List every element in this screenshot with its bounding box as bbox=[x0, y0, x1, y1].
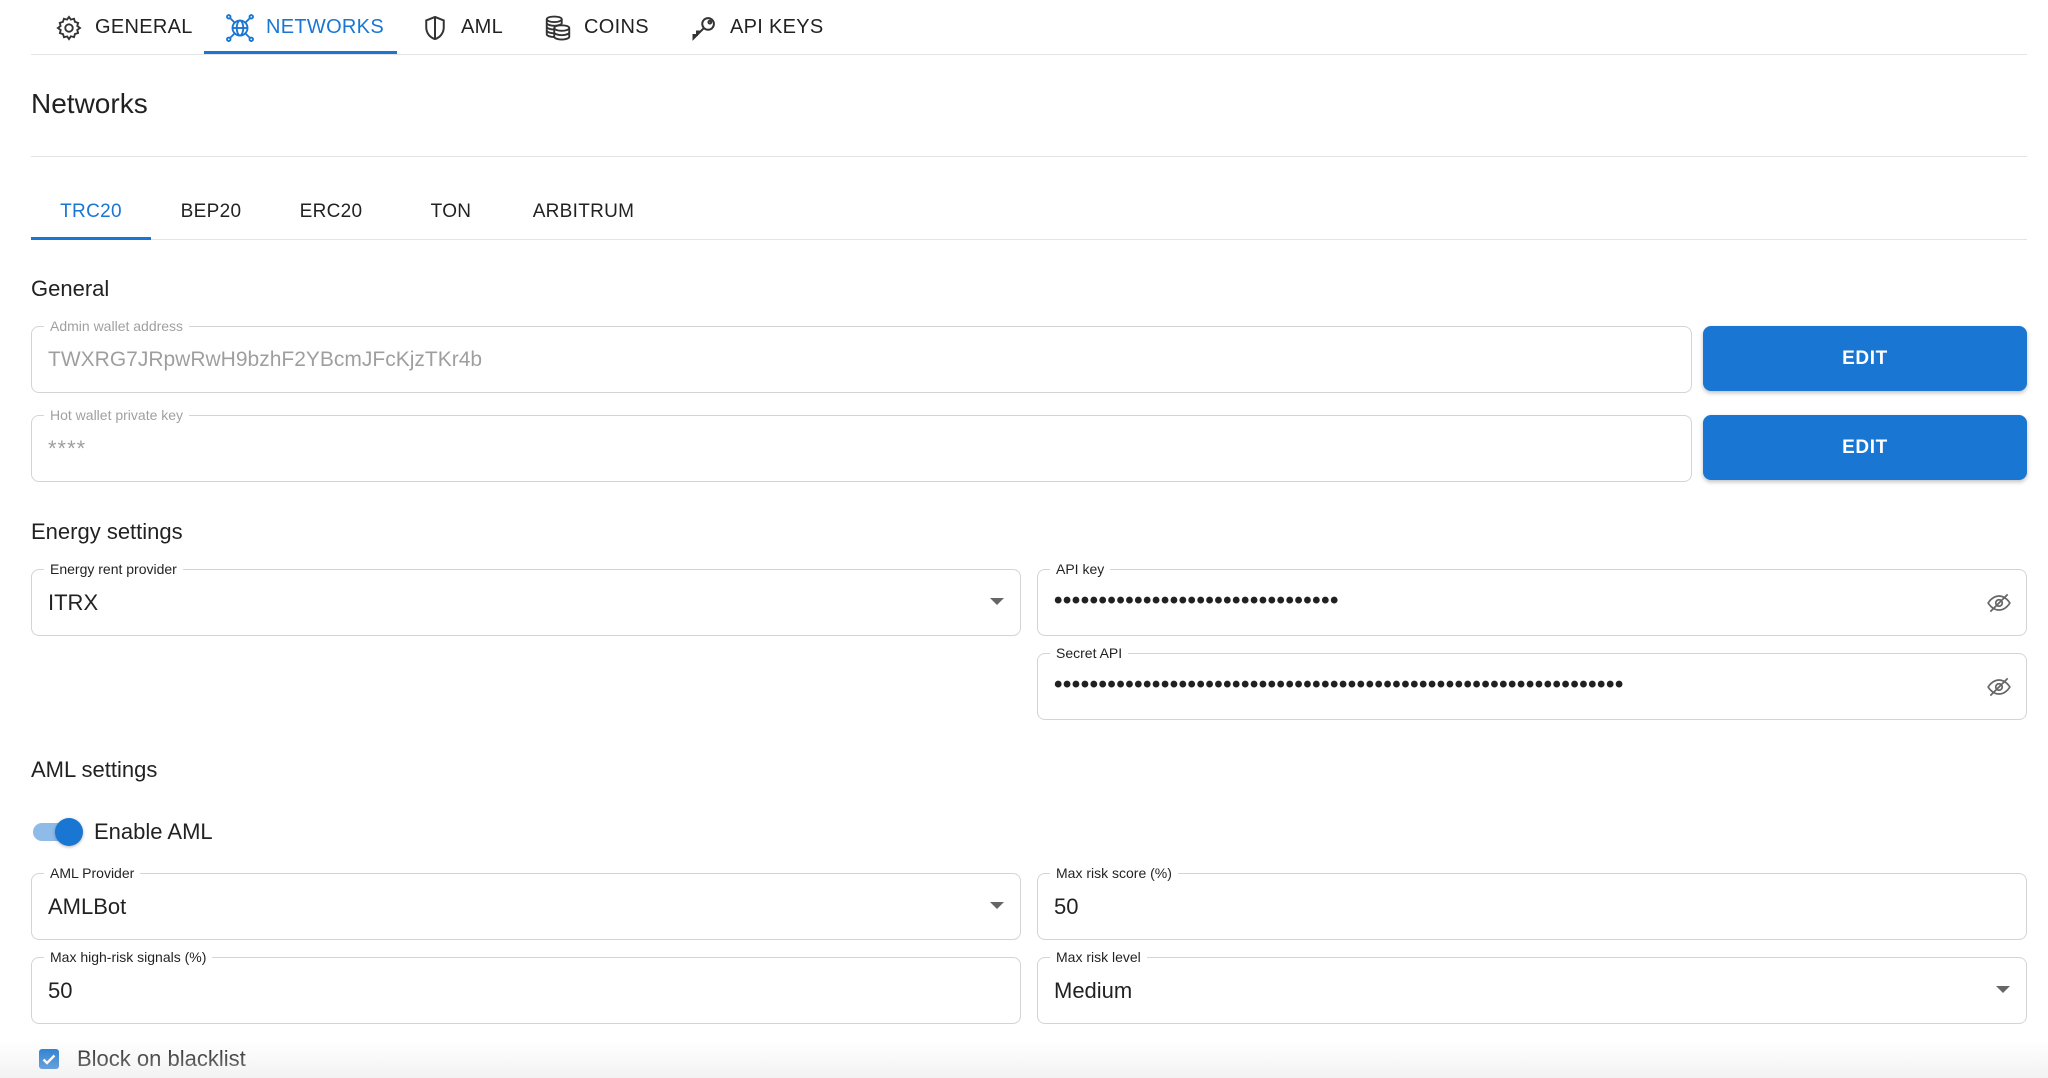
visibility-off-icon[interactable] bbox=[1986, 674, 2012, 700]
settings-nav: GENERAL NETWORKS AML COINS API KEYS bbox=[31, 0, 2027, 55]
network-tabs: TRC20 BEP20 ERC20 TON ARBITRUM bbox=[31, 183, 2027, 240]
enable-aml-switch[interactable] bbox=[33, 818, 83, 846]
admin-wallet-value: TWXRG7JRpwRwH9bzhF2YBcmJFcKjzTKr4b bbox=[48, 348, 483, 371]
dropdown-arrow-icon bbox=[1996, 986, 2010, 993]
key-icon bbox=[688, 12, 720, 44]
shield-icon bbox=[419, 12, 451, 44]
enable-aml-label: Enable AML bbox=[94, 819, 213, 844]
page-title: Networks bbox=[31, 88, 148, 119]
tab-aml-label: AML bbox=[461, 16, 504, 38]
network-tab-indicator bbox=[31, 237, 151, 240]
energy-section-title: Energy settings bbox=[31, 519, 183, 544]
aml-section-title: AML settings bbox=[31, 757, 158, 782]
coins-stack-icon bbox=[542, 12, 574, 44]
dropdown-arrow-icon bbox=[990, 902, 1004, 909]
divider bbox=[31, 156, 2027, 157]
max-risk-score-input[interactable]: Max risk score (%) 50 bbox=[1037, 863, 2027, 940]
tab-api-keys-label: API KEYS bbox=[730, 16, 824, 38]
energy-provider-value: ITRX bbox=[48, 590, 99, 615]
hot-wallet-key-value: **** bbox=[48, 436, 87, 461]
switch-thumb bbox=[55, 818, 83, 846]
general-section-title: General bbox=[31, 276, 110, 301]
hot-wallet-key-field: Hot wallet private key **** bbox=[31, 405, 1692, 482]
gear-icon bbox=[53, 12, 85, 44]
tab-trc20[interactable]: TRC20 bbox=[31, 183, 151, 240]
max-high-risk-signals-input[interactable]: Max high-risk signals (%) 50 bbox=[31, 947, 1021, 1024]
tab-erc20[interactable]: ERC20 bbox=[271, 183, 391, 240]
tab-coins[interactable]: COINS bbox=[542, 0, 649, 55]
tab-networks-label: NETWORKS bbox=[266, 16, 384, 38]
max-risk-score-value: 50 bbox=[1054, 894, 1079, 919]
tab-api-keys[interactable]: API KEYS bbox=[688, 0, 824, 55]
network-globe-icon bbox=[224, 12, 256, 44]
secret-api-field[interactable]: Secret API •••••••••••••••••••••••••••••… bbox=[1037, 643, 2027, 720]
edit-hot-wallet-key-button[interactable]: EDIT bbox=[1703, 415, 2027, 480]
secret-api-value: ••••••••••••••••••••••••••••••••••••••••… bbox=[1054, 671, 1624, 698]
aml-provider-value: AMLBot bbox=[48, 894, 127, 919]
block-blacklist-label: Block on blacklist bbox=[77, 1046, 246, 1071]
edit-admin-wallet-button[interactable]: EDIT bbox=[1703, 326, 2027, 391]
tab-aml[interactable]: AML bbox=[419, 0, 503, 55]
max-risk-level-select[interactable]: Max risk level Medium bbox=[1037, 947, 2027, 1024]
active-tab-indicator bbox=[204, 51, 397, 54]
tab-coins-label: COINS bbox=[584, 16, 649, 38]
tab-general[interactable]: GENERAL bbox=[53, 0, 193, 55]
aml-provider-select[interactable]: AML Provider AMLBot bbox=[31, 863, 1021, 940]
max-high-risk-signals-value: 50 bbox=[48, 978, 73, 1003]
block-blacklist-checkbox[interactable] bbox=[39, 1049, 59, 1069]
visibility-off-icon[interactable] bbox=[1986, 590, 2012, 616]
max-risk-level-value: Medium bbox=[1054, 978, 1133, 1003]
admin-wallet-field: Admin wallet address TWXRG7JRpwRwH9bzhF2… bbox=[31, 316, 1692, 393]
dropdown-arrow-icon bbox=[990, 598, 1004, 605]
api-key-value: •••••••••••••••••••••••••••••••• bbox=[1054, 587, 1339, 614]
tab-networks[interactable]: NETWORKS bbox=[224, 0, 384, 55]
scroll-shadow bbox=[0, 1040, 2048, 1078]
api-key-field[interactable]: API key •••••••••••••••••••••••••••••••• bbox=[1037, 559, 2027, 636]
checkmark-icon bbox=[42, 1054, 56, 1065]
tab-bep20[interactable]: BEP20 bbox=[151, 183, 271, 240]
tab-general-label: GENERAL bbox=[95, 16, 193, 38]
tab-arbitrum[interactable]: ARBITRUM bbox=[511, 183, 656, 240]
energy-provider-select[interactable]: Energy rent provider ITRX bbox=[31, 559, 1021, 636]
tab-ton[interactable]: TON bbox=[391, 183, 511, 240]
